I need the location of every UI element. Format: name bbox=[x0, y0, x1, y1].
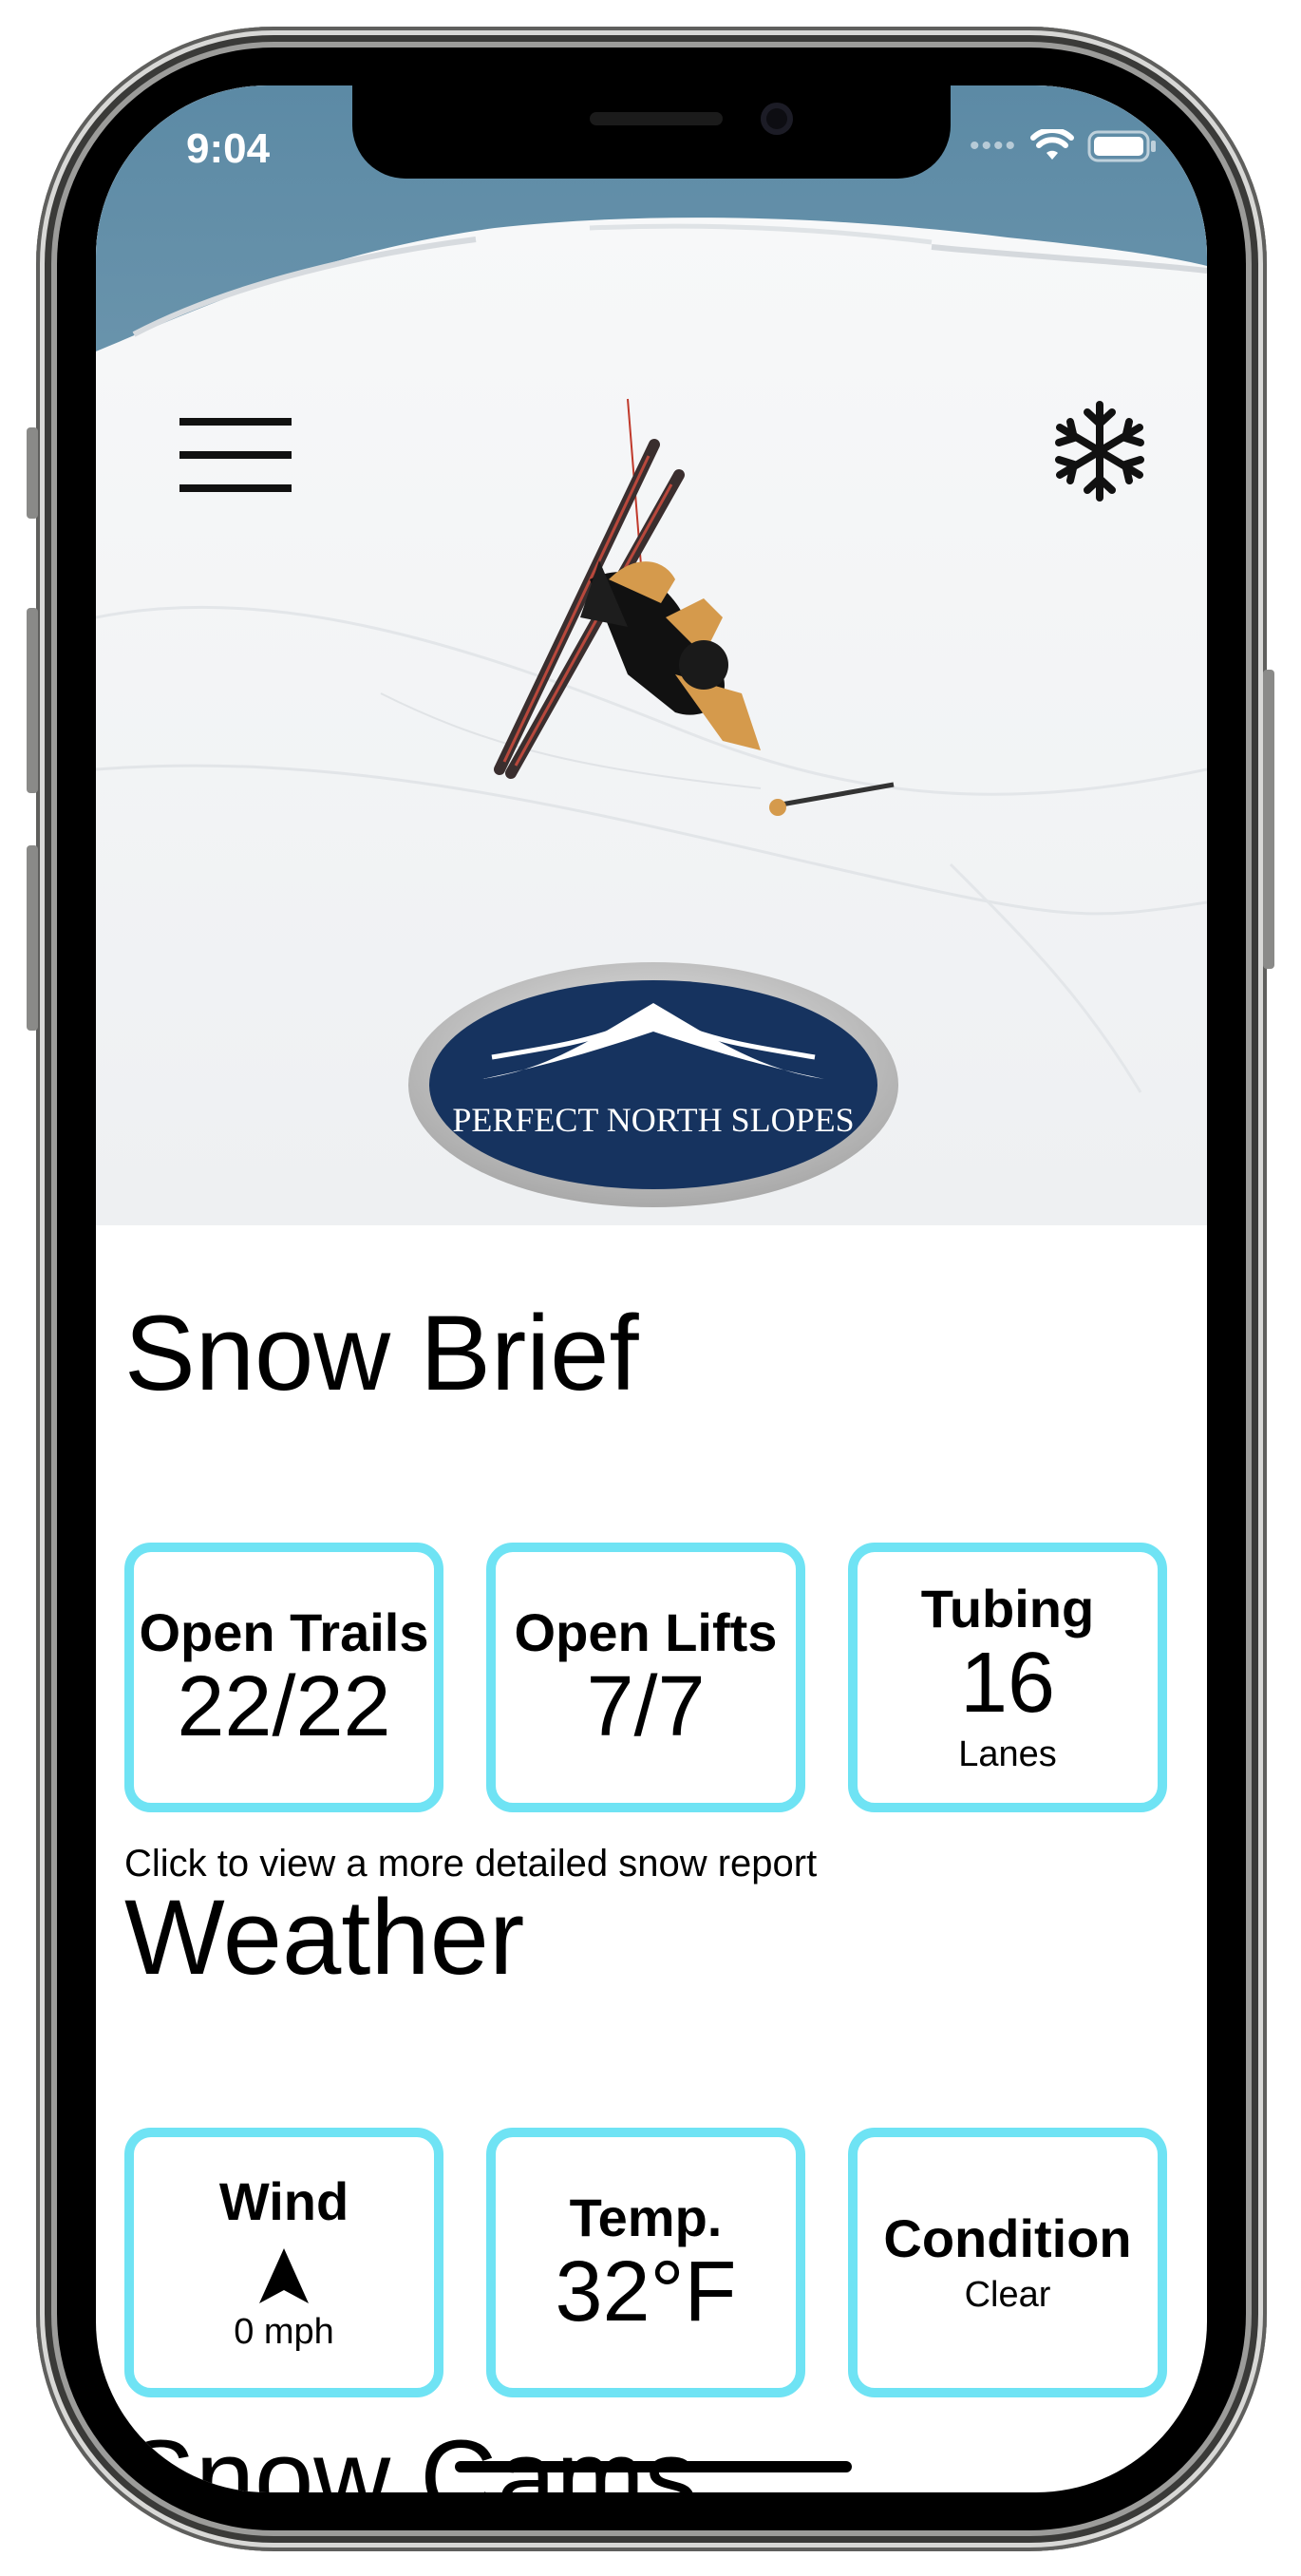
screen: 9:04 •••• PERFECT NORTH SLOPES Snow Brie… bbox=[96, 85, 1207, 2492]
snow-cams-title: Snow Cams bbox=[124, 2418, 698, 2492]
notch bbox=[352, 85, 951, 179]
mute-switch bbox=[27, 427, 38, 519]
resort-logo: PERFECT NORTH SLOPES bbox=[406, 960, 900, 1209]
weather-title: Weather bbox=[124, 1878, 525, 1997]
front-camera bbox=[761, 103, 793, 135]
card-value: 16 bbox=[959, 1635, 1056, 1731]
snow-report-button[interactable] bbox=[1047, 399, 1152, 503]
wind-card[interactable]: Wind 0 mph bbox=[124, 2128, 443, 2397]
volume-up-button bbox=[27, 608, 38, 793]
navigation-arrow-icon bbox=[259, 2247, 309, 2303]
hero-image: 9:04 •••• PERFECT NORTH SLOPES bbox=[96, 85, 1207, 1225]
speaker-grille bbox=[590, 112, 723, 125]
card-label: Condition bbox=[883, 2208, 1132, 2269]
card-value: 32°F bbox=[555, 2244, 737, 2339]
battery-icon bbox=[1087, 130, 1156, 162]
card-label: Temp. bbox=[569, 2187, 723, 2247]
card-value: 22/22 bbox=[177, 1658, 391, 1754]
card-sub: Lanes bbox=[958, 1734, 1057, 1775]
wifi-icon bbox=[1030, 129, 1074, 160]
card-label: Open Trails bbox=[139, 1601, 429, 1662]
power-button bbox=[1263, 670, 1274, 969]
status-time: 9:04 bbox=[186, 125, 271, 172]
logo-text: PERFECT NORTH SLOPES bbox=[452, 1101, 854, 1139]
card-sub: 0 mph bbox=[234, 2311, 334, 2352]
home-indicator[interactable] bbox=[455, 2461, 852, 2472]
card-label: Wind bbox=[218, 2171, 349, 2232]
menu-button[interactable] bbox=[179, 418, 292, 492]
open-trails-card[interactable]: Open Trails 22/22 bbox=[124, 1543, 443, 1812]
temp-card[interactable]: Temp. 32°F bbox=[486, 2128, 805, 2397]
cellular-signal-icon: •••• bbox=[969, 130, 1017, 161]
card-value: 7/7 bbox=[586, 1658, 706, 1754]
card-sub: Clear bbox=[964, 2274, 1051, 2315]
tubing-card[interactable]: Tubing 16 Lanes bbox=[848, 1543, 1167, 1812]
status-icons: •••• bbox=[970, 129, 1158, 163]
open-lifts-card[interactable]: Open Lifts 7/7 bbox=[486, 1543, 805, 1812]
snowflake-icon bbox=[1055, 401, 1144, 502]
card-label: Tubing bbox=[920, 1579, 1095, 1639]
snow-brief-title: Snow Brief bbox=[124, 1294, 639, 1412]
card-label: Open Lifts bbox=[514, 1601, 778, 1662]
condition-card[interactable]: Condition Clear bbox=[848, 2128, 1167, 2397]
volume-down-button bbox=[27, 845, 38, 1031]
